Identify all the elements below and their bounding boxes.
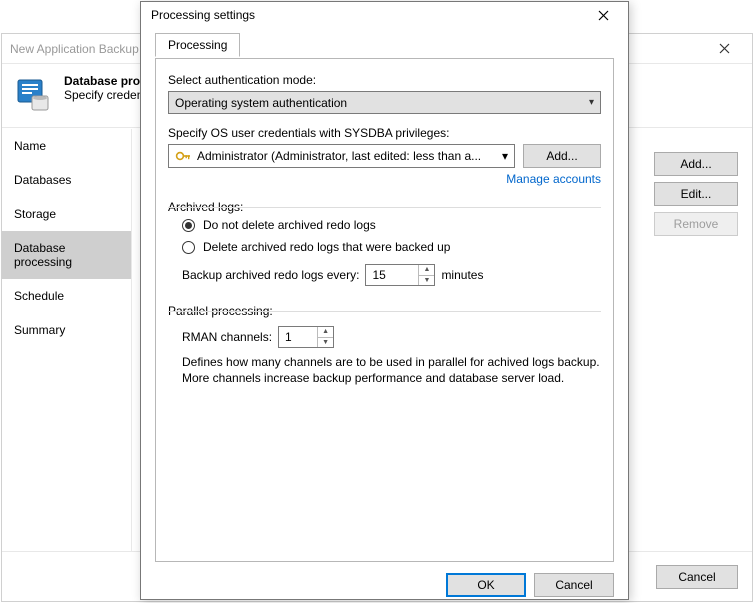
spinner-up-icon[interactable]: ▲ [418, 265, 434, 276]
archived-logs-header: Archived logs: [168, 200, 601, 214]
tab-bar: Processing [155, 32, 614, 58]
credentials-label: Specify OS user credentials with SYSDBA … [168, 126, 601, 140]
interval-value: 15 [372, 268, 385, 282]
rman-channels-spinner[interactable]: 1 ▲ ▼ [278, 326, 334, 348]
radio-icon [182, 219, 195, 232]
interval-label: Backup archived redo logs every: [182, 268, 359, 282]
radio-keep-logs[interactable]: Do not delete archived redo logs [168, 214, 601, 236]
auth-mode-label: Select authentication mode: [168, 73, 601, 87]
chevron-down-icon: ▾ [502, 149, 508, 163]
interval-spinner[interactable]: 15 ▲ ▼ [365, 264, 435, 286]
credentials-add-button[interactable]: Add... [523, 144, 601, 168]
rman-channels-hint: Defines how many channels are to be used… [168, 354, 601, 386]
nav-item-database-processing[interactable]: Database processing [2, 231, 131, 279]
credentials-value: Administrator (Administrator, last edite… [197, 149, 481, 163]
dialog-close-icon[interactable] [584, 2, 622, 28]
dialog-title: Processing settings [151, 8, 584, 22]
radio-keep-label: Do not delete archived redo logs [203, 218, 376, 232]
parent-action-buttons: Add... Edit... Remove [654, 152, 738, 236]
wizard-step-icon [16, 76, 52, 112]
radio-delete-logs[interactable]: Delete archived redo logs that were back… [168, 236, 601, 258]
dialog-titlebar: Processing settings [141, 2, 628, 28]
tab-panel-processing: Select authentication mode: Operating sy… [155, 58, 614, 562]
rman-channels-label: RMAN channels: [182, 330, 272, 344]
nav-item-schedule[interactable]: Schedule [2, 279, 131, 313]
key-icon [175, 149, 191, 163]
close-icon[interactable] [704, 35, 744, 63]
nav-item-name[interactable]: Name [2, 129, 131, 163]
processing-settings-dialog: Processing settings Processing Select au… [140, 1, 629, 600]
ok-button[interactable]: OK [446, 573, 526, 597]
credentials-select[interactable]: Administrator (Administrator, last edite… [168, 144, 515, 168]
parallel-header: Parallel processing: [168, 304, 601, 318]
cancel-button[interactable]: Cancel [534, 573, 614, 597]
radio-delete-label: Delete archived redo logs that were back… [203, 240, 450, 254]
spinner-down-icon[interactable]: ▼ [317, 338, 333, 348]
radio-icon [182, 241, 195, 254]
tab-processing[interactable]: Processing [155, 33, 240, 57]
auth-mode-value: Operating system authentication [175, 96, 347, 110]
chevron-down-icon: ▾ [589, 96, 594, 107]
nav-item-storage[interactable]: Storage [2, 197, 131, 231]
parent-cancel-button[interactable]: Cancel [656, 565, 738, 589]
nav-item-summary[interactable]: Summary [2, 313, 131, 347]
rman-channels-value: 1 [285, 330, 292, 344]
manage-accounts-link[interactable]: Manage accounts [168, 172, 601, 186]
edit-button[interactable]: Edit... [654, 182, 738, 206]
wizard-nav: Name Databases Storage Database processi… [2, 129, 132, 551]
auth-mode-select[interactable]: Operating system authentication ▾ [168, 91, 601, 114]
remove-button: Remove [654, 212, 738, 236]
interval-unit: minutes [441, 268, 483, 282]
add-button[interactable]: Add... [654, 152, 738, 176]
spinner-up-icon[interactable]: ▲ [317, 327, 333, 338]
dialog-footer: OK Cancel [141, 570, 628, 599]
spinner-down-icon[interactable]: ▼ [418, 276, 434, 286]
dialog-body: Processing Select authentication mode: O… [141, 28, 628, 570]
nav-item-databases[interactable]: Databases [2, 163, 131, 197]
